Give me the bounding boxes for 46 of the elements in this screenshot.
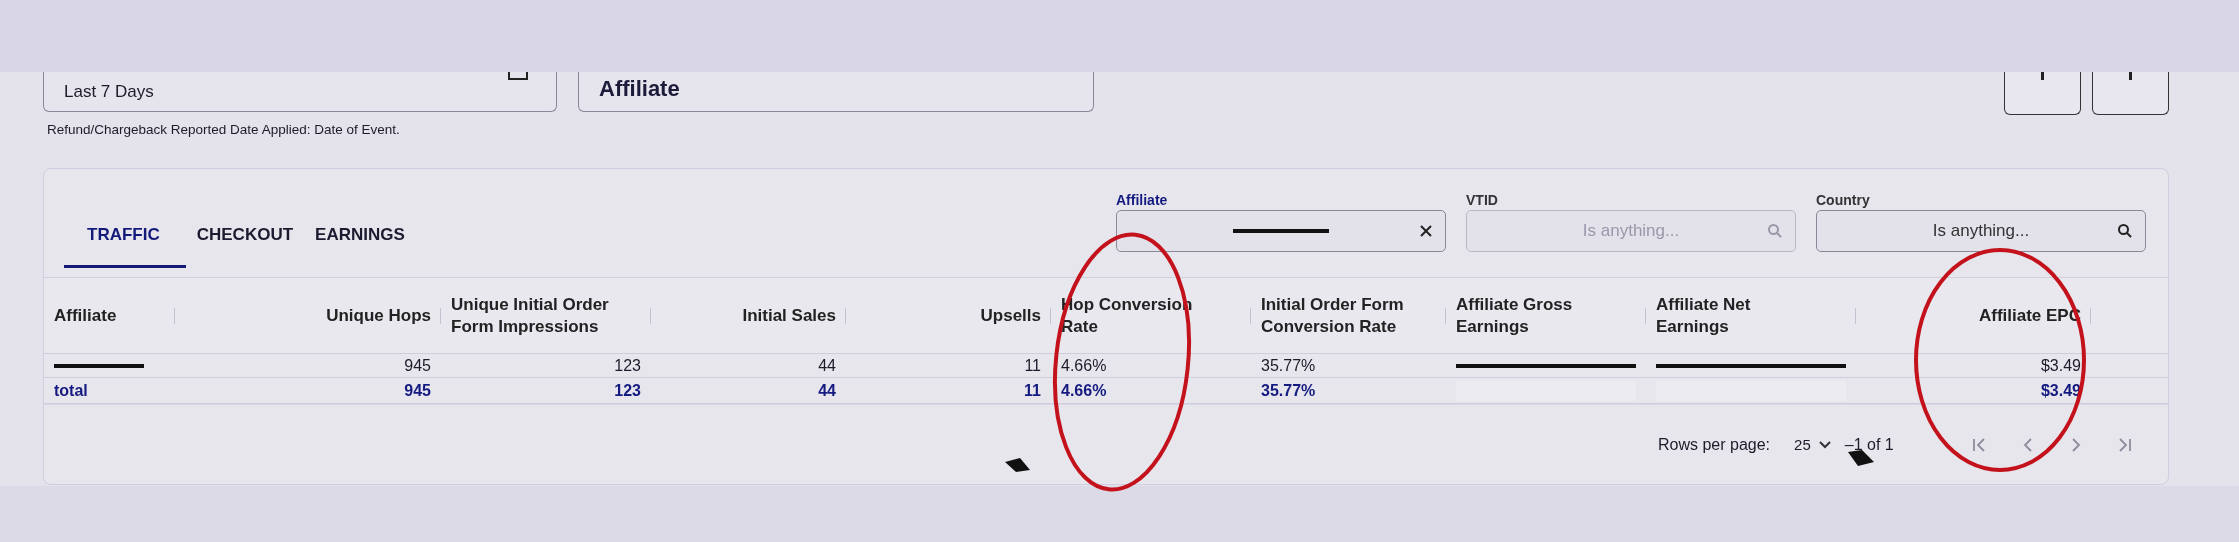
icon-button[interactable] (2092, 72, 2169, 115)
column-header[interactable]: Affiliate Net Earnings (1656, 294, 1816, 337)
table-cell: 11 (1024, 356, 1041, 375)
table-cell: 44 (818, 381, 836, 400)
button-icon (2041, 72, 2044, 80)
chevron-down-icon (1818, 440, 1831, 449)
column-header[interactable]: Affiliate Gross Earnings (1456, 294, 1616, 337)
table-cell: 35.77% (1261, 381, 1316, 400)
column-header[interactable]: Unique Initial Order Form Impressions (451, 294, 611, 337)
clear-icon[interactable] (1419, 224, 1433, 238)
table-cell: 945 (404, 356, 431, 375)
column-header[interactable]: Initial Sales (742, 304, 836, 327)
button-icon (2129, 72, 2132, 80)
ink-smudge (1848, 450, 1874, 466)
filter-field[interactable] (1116, 210, 1446, 252)
date-range-field[interactable]: Last 7 Days (43, 72, 557, 112)
column-header[interactable]: Affiliate (54, 304, 117, 327)
column-header[interactable]: Initial Order Form Conversion Rate (1261, 294, 1421, 337)
table-cell: 4.66% (1061, 356, 1107, 375)
page-range: –1 of 1 (1844, 435, 1894, 454)
search-icon[interactable] (2117, 223, 2133, 239)
table-cell: 945 (404, 381, 431, 400)
filter-label: Country (1816, 192, 1871, 208)
ink-smudge (1005, 458, 1030, 472)
filter-field[interactable]: Is anything... (1816, 210, 2146, 252)
tab[interactable]: EARNINGS (304, 209, 416, 268)
tab[interactable]: TRAFFIC (64, 209, 186, 268)
table-cell: 123 (614, 381, 641, 400)
table-cell: 35.77% (1261, 356, 1316, 375)
table-cell: 4.66% (1061, 381, 1107, 400)
table-cell: 44 (818, 356, 836, 375)
date-note: Refund/Chargeback Reported Date Applied: Date of Event. (46, 121, 401, 139)
table-cell: 123 (614, 356, 641, 375)
rows-per-page-label: Rows per page: (1658, 435, 1771, 454)
column-header[interactable]: Unique Hops (326, 304, 431, 327)
icon-button[interactable] (2004, 72, 2081, 115)
calendar-icon (508, 72, 528, 80)
rows-per-page-select[interactable]: 25 (1794, 436, 1831, 453)
table-cell: 11 (1024, 381, 1041, 400)
filter-label: VTID (1466, 192, 1499, 208)
tab[interactable]: CHECKOUT (185, 209, 305, 268)
filter-label: Affiliate (1116, 192, 1169, 208)
table-cell: total (54, 381, 88, 400)
column-header[interactable]: Upsells (980, 304, 1041, 327)
report-type-field[interactable]: Affiliate (578, 72, 1094, 112)
table-cell: $3.49 (2040, 356, 2081, 375)
